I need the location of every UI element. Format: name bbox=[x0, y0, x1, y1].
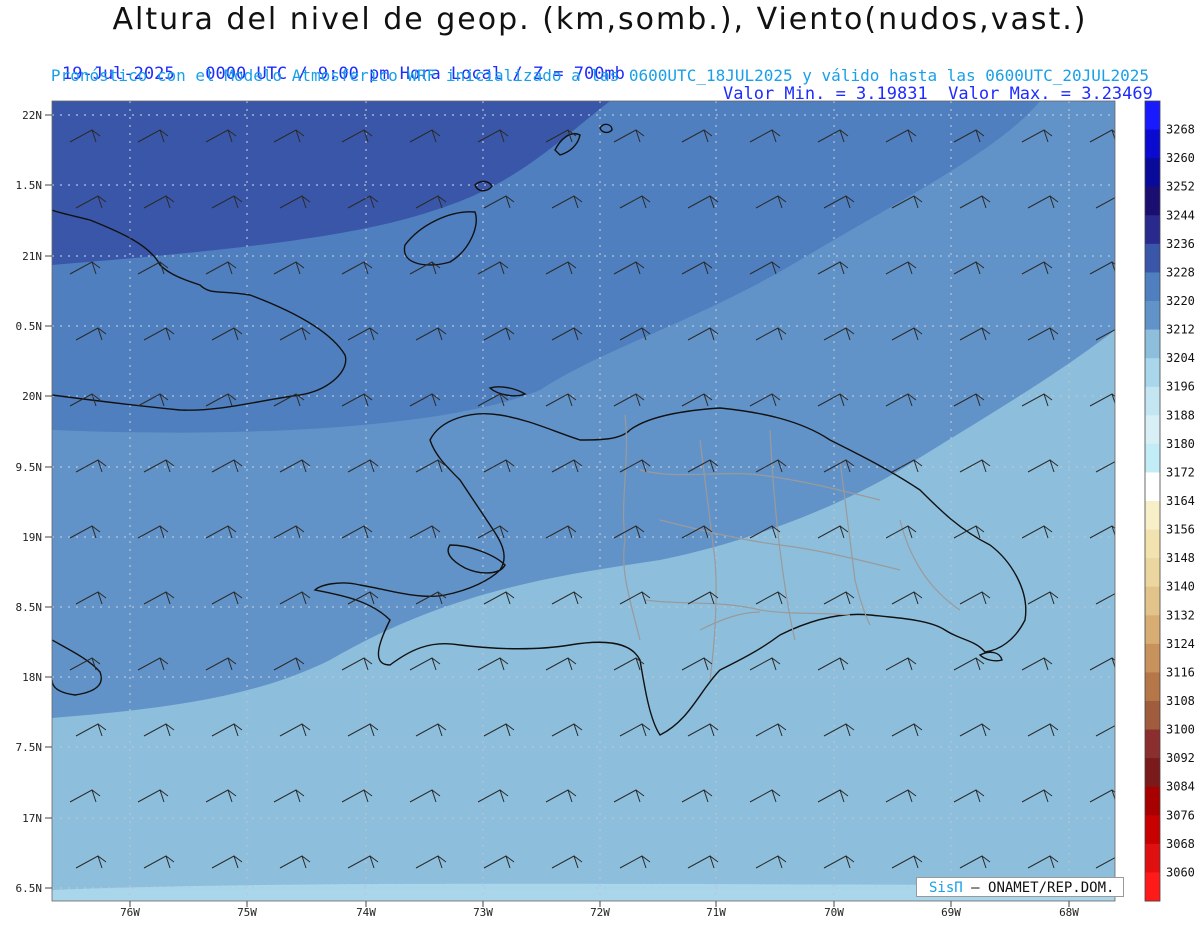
colorbar-swatch bbox=[1145, 386, 1160, 416]
lat-label: 6.5N bbox=[16, 882, 43, 895]
colorbar-label: 3060 bbox=[1166, 865, 1195, 879]
colorbar-swatch bbox=[1145, 529, 1160, 559]
colorbar-label: 3156 bbox=[1166, 523, 1195, 537]
colorbar-label: 3124 bbox=[1166, 637, 1195, 651]
colorbar-swatch bbox=[1145, 729, 1160, 759]
colorbar-label: 3164 bbox=[1166, 494, 1195, 508]
lon-label: 70W bbox=[824, 906, 844, 919]
colorbar-label: 3116 bbox=[1166, 665, 1195, 679]
colorbar-swatch bbox=[1145, 786, 1160, 816]
colorbar-swatch bbox=[1145, 815, 1160, 845]
colorbar-label: 3228 bbox=[1166, 265, 1195, 279]
lon-label: 71W bbox=[706, 906, 726, 919]
colorbar-swatch bbox=[1145, 872, 1160, 902]
colorbar-swatch bbox=[1145, 158, 1160, 188]
colorbar-label: 3092 bbox=[1166, 751, 1195, 765]
colorbar-swatch bbox=[1145, 101, 1160, 131]
lon-label: 76W bbox=[120, 906, 140, 919]
geopotential-field bbox=[52, 101, 1115, 901]
colorbar-swatch bbox=[1145, 558, 1160, 588]
colorbar-label: 3212 bbox=[1166, 323, 1195, 337]
colorbar-swatch bbox=[1145, 301, 1160, 331]
colorbar-swatch bbox=[1145, 701, 1160, 731]
colorbar-label: 3132 bbox=[1166, 608, 1195, 622]
lat-label: 8.5N bbox=[16, 601, 43, 614]
colorbar-label: 3172 bbox=[1166, 465, 1195, 479]
lon-label: 68W bbox=[1059, 906, 1079, 919]
colorbar-label: 3260 bbox=[1166, 151, 1195, 165]
lat-label: 18N bbox=[22, 671, 42, 684]
colorbar-swatch bbox=[1145, 129, 1160, 159]
lon-label: 69W bbox=[941, 906, 961, 919]
colorbar-label: 3140 bbox=[1166, 580, 1195, 594]
colorbar-label: 3252 bbox=[1166, 180, 1195, 194]
colorbar-label: 3236 bbox=[1166, 237, 1195, 251]
colorbar-swatch bbox=[1145, 501, 1160, 531]
colorbar-swatch bbox=[1145, 843, 1160, 873]
colorbar-label: 3076 bbox=[1166, 808, 1195, 822]
longitude-labels: 76W 75W 74W 73W 72W 71W 70W 69W 68W bbox=[120, 901, 1079, 919]
lat-label: 1.5N bbox=[16, 179, 43, 192]
lat-label: 22N bbox=[22, 109, 42, 122]
forecast-map: 22N 1.5N 21N 0.5N 20N 9.5N 19N 8.5N 18N 7.5N 17N 6.… bbox=[16, 100, 1195, 919]
colorbar-label: 3084 bbox=[1166, 780, 1195, 794]
lat-label: 19N bbox=[22, 531, 42, 544]
colorbar-swatch bbox=[1145, 643, 1160, 673]
colorbar-label: 3244 bbox=[1166, 208, 1195, 222]
onamet-watermark: SisΠ – ONAMET/REP.DOM. bbox=[916, 877, 1124, 897]
colorbar-swatch bbox=[1145, 243, 1160, 273]
colorbar-label: 3188 bbox=[1166, 408, 1195, 422]
colorbar-swatch bbox=[1145, 672, 1160, 702]
colorbar-label: 3204 bbox=[1166, 351, 1195, 365]
lat-label: 20N bbox=[22, 390, 42, 403]
colorbar-label: 3100 bbox=[1166, 723, 1195, 737]
sispi-logo: SisΠ bbox=[929, 880, 963, 896]
colorbar-swatch bbox=[1145, 586, 1160, 616]
colorbar: 3268 3260 3252 3244 3236 3228 3220 3212 3204 3196… bbox=[1144, 100, 1195, 902]
latitude-labels: 22N 1.5N 21N 0.5N 20N 9.5N 19N 8.5N 18N 7.5N 17N 6.… bbox=[16, 109, 52, 895]
lat-label: 0.5N bbox=[16, 320, 43, 333]
colorbar-swatch bbox=[1145, 215, 1160, 245]
colorbar-swatch bbox=[1145, 472, 1160, 502]
colorbar-label: 3108 bbox=[1166, 694, 1195, 708]
lat-label: 21N bbox=[22, 250, 42, 263]
colorbar-label: 3268 bbox=[1166, 123, 1195, 137]
colorbar-swatch bbox=[1145, 358, 1160, 388]
colorbar-swatch bbox=[1145, 329, 1160, 359]
watermark-text: – ONAMET/REP.DOM. bbox=[971, 880, 1115, 896]
lon-label: 73W bbox=[473, 906, 493, 919]
lat-label: 7.5N bbox=[16, 741, 43, 754]
colorbar-swatch bbox=[1145, 443, 1160, 473]
lon-label: 75W bbox=[237, 906, 257, 919]
colorbar-swatch bbox=[1145, 758, 1160, 788]
colorbar-swatch bbox=[1145, 415, 1160, 445]
colorbar-label: 3148 bbox=[1166, 551, 1195, 565]
lon-label: 74W bbox=[356, 906, 376, 919]
lat-label: 17N bbox=[22, 812, 42, 825]
colorbar-swatch bbox=[1145, 615, 1160, 645]
lon-label: 72W bbox=[590, 906, 610, 919]
colorbar-swatch bbox=[1145, 186, 1160, 216]
colorbar-label: 3220 bbox=[1166, 294, 1195, 308]
colorbar-label: 3196 bbox=[1166, 380, 1195, 394]
colorbar-label: 3180 bbox=[1166, 437, 1195, 451]
colorbar-label: 3068 bbox=[1166, 837, 1195, 851]
colorbar-swatch bbox=[1145, 272, 1160, 302]
lat-label: 9.5N bbox=[16, 461, 43, 474]
